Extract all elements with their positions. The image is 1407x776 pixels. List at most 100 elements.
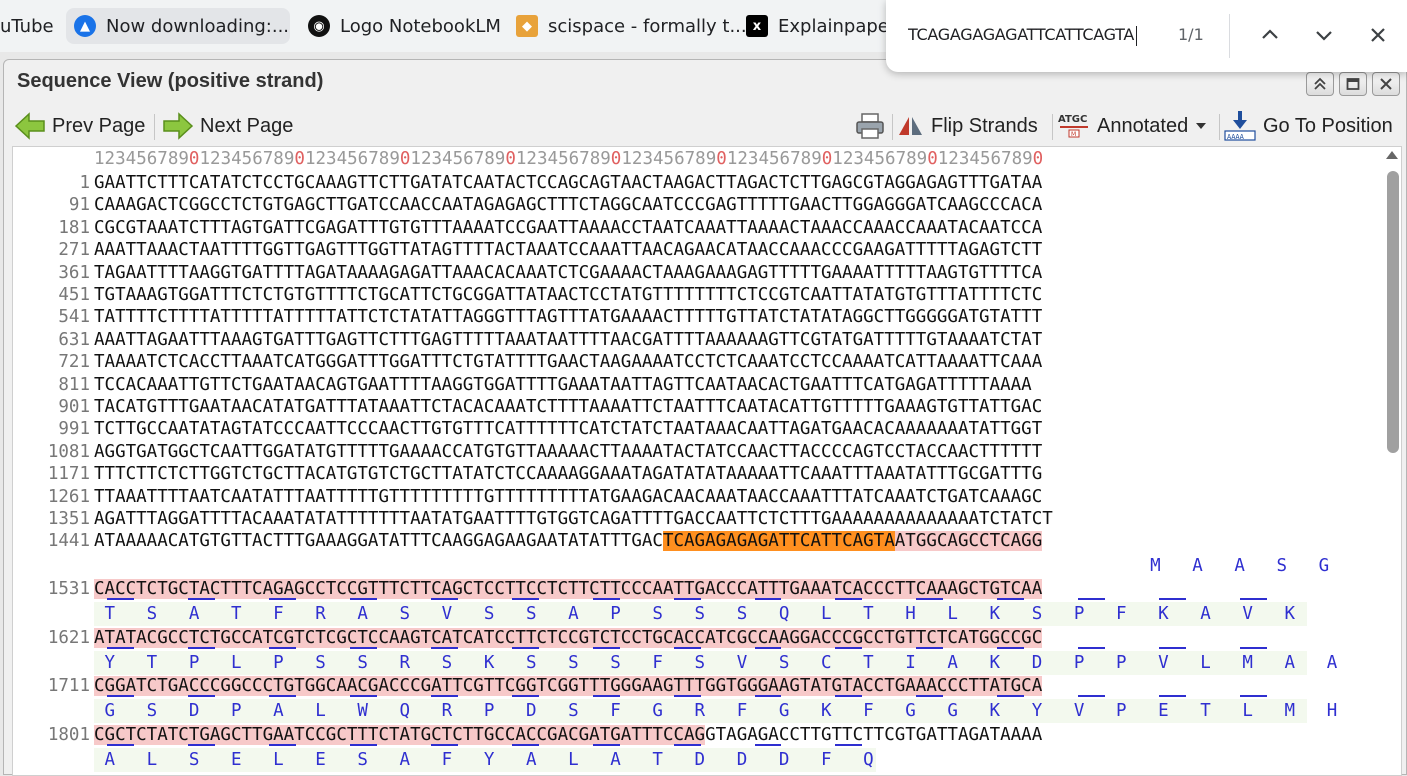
sequence-text[interactable]: CGCGTAAATCTTTAGTGATTCGAGATTTGTGTTTAAAATC… (94, 217, 1042, 239)
sequence-text[interactable]: TACATGTTTGAATAACATATGATTTATAAATTCTACACAA… (94, 396, 1042, 418)
browser-tab-downloading[interactable]: ▲ Now downloading:... (66, 8, 290, 44)
sequence-text[interactable]: AGATTTAGGATTTTACAAATATATTTTTTTAATATGAATT… (94, 508, 1053, 530)
row-position-number: 91 (68, 195, 90, 216)
sequence-text[interactable]: TAAAATCTCACCTTAAATCATGGGATTTGGATTTCTGTAT… (94, 351, 1042, 373)
row-position-number: 1081 (47, 441, 90, 462)
codon-underline (592, 743, 620, 746)
maximize-button[interactable] (1339, 72, 1367, 96)
atgc-annotation-icon: ATGC M (1058, 114, 1088, 138)
browser-tab-explainpaper[interactable]: x Explainpaper (738, 8, 904, 44)
prev-page-label: Prev Page (52, 114, 146, 137)
vertical-scrollbar[interactable] (1383, 147, 1401, 775)
sequence-text[interactable]: TTAAATTTTAATCAATATTTAATTTTTGTTTTTTTTTGTT… (94, 486, 1042, 508)
position-ruler: 1234567890123456789012345678901234567890… (94, 149, 1044, 169)
sequence-row: 1081 AGGTGATGGCTCAATTGGATATGTTTTTGAAAACCA… (13, 441, 1383, 463)
find-bar: TCAGAGAGAGATTCATTCAGTA 1/1 (886, 0, 1407, 72)
codon-underline (916, 646, 944, 649)
sequence-text[interactable]: TGTAAAGTGGATTTCTCTGTGTTTTCTGCATTCTGCGGAT… (94, 284, 1042, 306)
codon-underline (673, 743, 701, 746)
codon-underline (1158, 598, 1186, 601)
sequence-text[interactable]: TAGAATTTTAAGGTGATTTTAGATAAAAGAGATTAAACAC… (94, 262, 1042, 284)
sequence-row: 541 TATTTTCTTTTATTTTTATTTTTATTCTCTATATTAG… (13, 306, 1383, 328)
sequence-text[interactable]: TCCACAAATTGTTCTGAATAACAGTGAATTTTAAGGTGGA… (94, 374, 1032, 396)
codon-underline (754, 598, 782, 601)
sequence-text[interactable]: CGGATCTGACCCGGCCCTGTGGCAACGACCCGATTCGTTC… (94, 675, 1043, 697)
codon-underline (188, 743, 216, 746)
close-window-button[interactable] (1372, 72, 1400, 96)
row-position-number: 1351 (47, 509, 90, 529)
find-close-button[interactable] (1361, 18, 1395, 52)
codon-underline (350, 743, 378, 746)
amino-acid-translation-row: M A A S G (1118, 556, 1330, 577)
find-match-count: 1/1 (1178, 25, 1204, 44)
double-chevron-up-icon (1314, 77, 1326, 90)
find-previous-button[interactable] (1253, 18, 1287, 52)
row-position-number: 1621 (47, 627, 90, 648)
toolbar: Prev Page Next Page Flip Strands ATGC M A… (4, 106, 1406, 146)
codon-underline (592, 695, 620, 698)
collapse-button[interactable] (1306, 72, 1334, 96)
codon-underline (269, 646, 297, 649)
cds-region: ATGGCAGCCTCAGG (894, 531, 1043, 552)
find-next-button[interactable] (1307, 18, 1341, 52)
sequence-text[interactable]: TATTTTCTTTTATTTTTATTTTTATTCTCTATATTAGGGT… (94, 306, 1042, 328)
annotated-dropdown[interactable]: ATGC M Annotated (1057, 106, 1214, 146)
flip-strands-button[interactable]: Flip Strands (897, 106, 1038, 146)
row-position-number: 1 (79, 173, 90, 193)
sequence-row: 361 TAGAATTTTAAGGTGATTTTAGATAAAAGAGATTAAA… (13, 262, 1383, 284)
sequence-text[interactable]: ATATACGCCTCTGCCATCGTCTCGCTCCAAGTCATCATCC… (94, 627, 1043, 649)
row-position-number: 1531 (47, 579, 90, 600)
browser-tab-scispace[interactable]: ◆ scispace - formally t... (508, 8, 755, 44)
row-position-number: 991 (58, 419, 90, 440)
tab-label: Explainpaper (778, 15, 897, 37)
amino-acid-translation-row: G S D P A L W Q R P D S F G R F G K F G … (94, 699, 1338, 724)
close-icon (1380, 78, 1392, 90)
tab-label: scispace - formally t... (548, 15, 747, 37)
chevron-down-icon (1316, 31, 1332, 41)
svg-text:M: M (1071, 131, 1076, 138)
sequence-text[interactable]: AGGTGATGGCTCAATTGGATATGTTTTTGAAAACCATGTG… (94, 441, 1042, 463)
row-position-number: 1171 (47, 464, 90, 485)
text-caret (1136, 25, 1138, 46)
sequence-text[interactable]: AAATTAAACTAATTTTGGTTGAGTTTGGTTATAGTTTTAC… (94, 239, 1042, 261)
browser-tab-youtube[interactable]: uTube (0, 8, 62, 44)
next-page-button[interactable]: Next Page (162, 106, 293, 146)
go-to-position-button[interactable]: AAAA Go To Position (1223, 106, 1393, 146)
svg-text:ATGC: ATGC (1058, 114, 1087, 125)
scroll-up-arrow-icon[interactable] (1386, 151, 1398, 159)
codon-underline (188, 598, 216, 601)
flip-strands-label: Flip Strands (931, 114, 1038, 137)
codon-underline (835, 743, 863, 746)
scispace-icon: ◆ (516, 15, 538, 37)
arrow-right-icon (163, 112, 194, 140)
codon-underline (1078, 695, 1105, 698)
sequence-text[interactable]: CACCTCTGCTACTTTCAGAGCCTCCGTTTCTTCAGCTCCT… (94, 578, 1043, 600)
sequence-row: 1171 TTTCTTCTCTTGGTCTGCTTACATGTGTCTGCTTAT… (13, 463, 1383, 485)
sequence-text[interactable]: CGCTCTATCTGAGCTTGAATCCGCTTTCTATGCTCTTGCC… (94, 724, 1042, 746)
toolbar-divider (892, 114, 893, 140)
codon-underline (997, 598, 1025, 601)
sequence-text[interactable]: TCTTGCCAATATAGTATCCCAATTCCCAACTTGTGTTTCA… (94, 418, 1042, 440)
prev-page-button[interactable]: Prev Page (14, 106, 145, 146)
sequence-row: 181 CGCGTAAATCTTTAGTGATTCGAGATTTGTGTTTAAA… (13, 217, 1383, 239)
codon-underline (1158, 646, 1186, 649)
sequence-text[interactable]: GAATTCTTTCATATCTCCTGCAAAGTTCTTGATATCAATA… (94, 172, 1042, 194)
sequence-panel[interactable]: 1234567890123456789012345678901234567890… (12, 146, 1402, 776)
print-button[interactable] (854, 106, 892, 146)
sequence-row: 451 TGTAAAGTGGATTTCTCTGTGTTTTCTGCATTCTGCG… (13, 284, 1383, 306)
next-page-label: Next Page (200, 114, 294, 137)
browser-tab-notebooklm[interactable]: ◉ Logo NotebookLM (300, 8, 509, 44)
go-to-position-icon: AAAA (1224, 111, 1256, 141)
flip-strands-icon (899, 117, 922, 135)
scrollbar-thumb[interactable] (1387, 171, 1399, 453)
sequence-text[interactable]: ATAAAAACATGTGTTACTTTGAAAGGATATTTCAAGGAGA… (94, 530, 1043, 552)
amino-acid-translation-row: A L S E L E S A F Y A L A T D D D F Q (94, 747, 876, 772)
sequence-row: 1261 TTAAATTTTAATCAATATTTAATTTTTGTTTTTTTT… (13, 486, 1383, 508)
codon-underline (1078, 598, 1105, 601)
sequence-text[interactable]: AAATTAGAATTTAAAGTGATTTGAGTTCTTTGAGTTTTTA… (94, 329, 1042, 351)
codon-underline (673, 695, 701, 698)
sequence-row: 271 AAATTAAACTAATTTTGGTTGAGTTTGGTTATAGTTT… (13, 239, 1383, 261)
sequence-text[interactable]: TTTCTTCTCTTGGTCTGCTTACATGTGTCTGCTTATATCT… (94, 463, 1042, 485)
find-input[interactable]: TCAGAGAGAGATTCATTCAGTA (908, 20, 1158, 50)
sequence-text[interactable]: CAAAGACTCGGCCTCTGTGAGCTTGATCCAACCAATAGAG… (94, 194, 1042, 216)
